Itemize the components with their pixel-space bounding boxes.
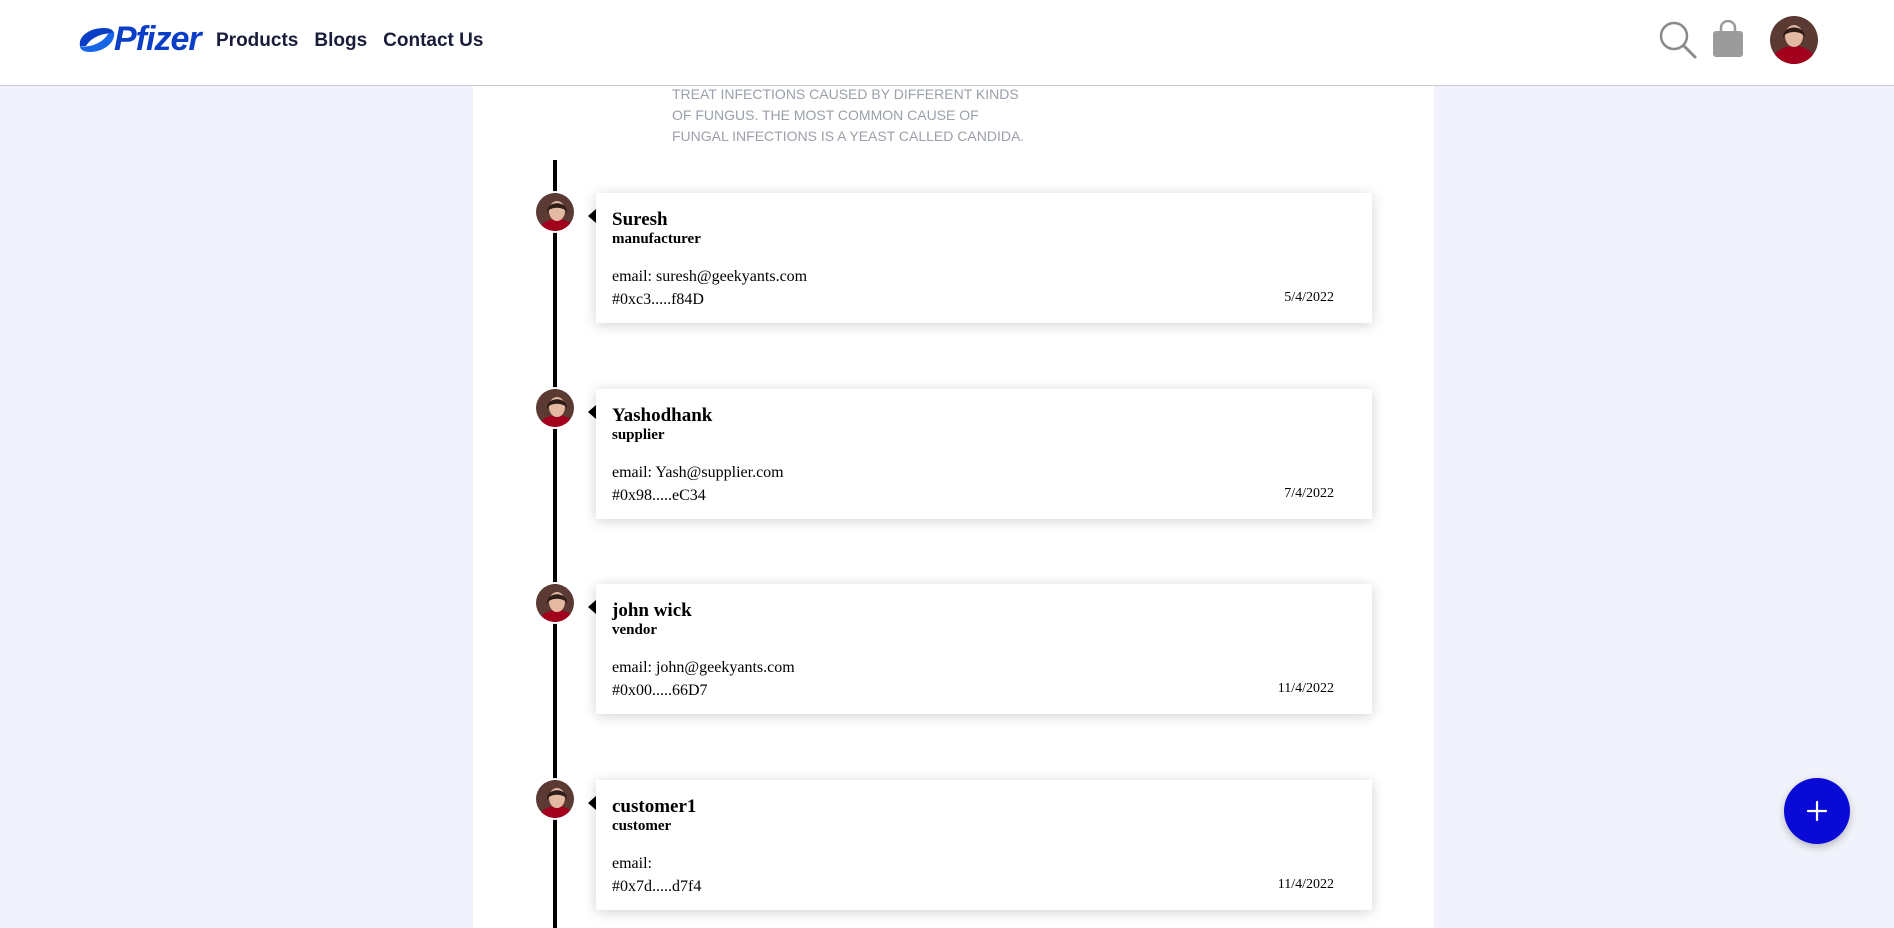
- shopping-bag-icon[interactable]: [1711, 20, 1745, 58]
- entry-date: 5/4/2022: [1284, 290, 1334, 305]
- entity-role: customer: [612, 818, 672, 834]
- entity-email: email: suresh@geekyants.com: [612, 268, 808, 285]
- entity-name: Yashodhank: [612, 405, 713, 426]
- transaction-hash: #0x7d.....d7f4: [612, 878, 702, 895]
- entity-role: vendor: [612, 622, 657, 638]
- entity-role: supplier: [612, 427, 665, 443]
- entity-email: email: john@geekyants.com: [612, 659, 795, 676]
- nav-products[interactable]: Products: [216, 30, 298, 52]
- logo-text: Pfizer: [114, 19, 202, 58]
- timeline-card: john wick vendor email: john@geekyants.c…: [596, 584, 1372, 714]
- entry-date: 11/4/2022: [1277, 877, 1334, 892]
- timeline-card: Yashodhank supplier email: Yash@supplier…: [596, 389, 1372, 519]
- timeline-pointer: [588, 209, 596, 223]
- timeline-avatar: [534, 387, 576, 429]
- transaction-hash: #0x00.....66D7: [612, 682, 708, 699]
- entry-date: 7/4/2022: [1284, 486, 1334, 501]
- nav-contact-us[interactable]: Contact Us: [383, 30, 483, 52]
- timeline-avatar: [534, 191, 576, 233]
- top-header: Pfizer Products Blogs Contact Us: [0, 0, 1894, 86]
- entity-email: email:: [612, 855, 652, 872]
- transaction-hash: #0xc3.....f84D: [612, 291, 704, 308]
- entity-name: john wick: [612, 600, 692, 621]
- pfizer-logo[interactable]: Pfizer: [74, 12, 204, 66]
- main-nav: Products Blogs Contact Us: [216, 30, 483, 52]
- plus-icon: [1806, 800, 1828, 822]
- timeline-avatar: [534, 778, 576, 820]
- search-icon[interactable]: [1658, 20, 1698, 60]
- timeline-card: customer1 customer email: #0x7d.....d7f4…: [596, 780, 1372, 910]
- timeline-pointer: [588, 405, 596, 419]
- pfizer-logo-icon: [79, 28, 115, 52]
- entity-email: email: Yash@supplier.com: [612, 464, 784, 481]
- product-description: TREAT INFECTIONS CAUSED BY DIFFERENT KIN…: [672, 86, 1025, 144]
- user-avatar[interactable]: [1770, 16, 1818, 64]
- add-entry-button[interactable]: [1784, 778, 1850, 844]
- entity-role: manufacturer: [612, 231, 701, 247]
- entity-name: customer1: [612, 796, 697, 817]
- timeline-pointer: [588, 600, 596, 614]
- timeline-card: Suresh manufacturer email: suresh@geekya…: [596, 193, 1372, 323]
- entity-name: Suresh: [612, 209, 668, 230]
- entry-date: 11/4/2022: [1277, 681, 1334, 696]
- nav-blogs[interactable]: Blogs: [314, 30, 367, 52]
- timeline-pointer: [588, 796, 596, 810]
- timeline-avatar: [534, 582, 576, 624]
- transaction-hash: #0x98.....eC34: [612, 487, 706, 504]
